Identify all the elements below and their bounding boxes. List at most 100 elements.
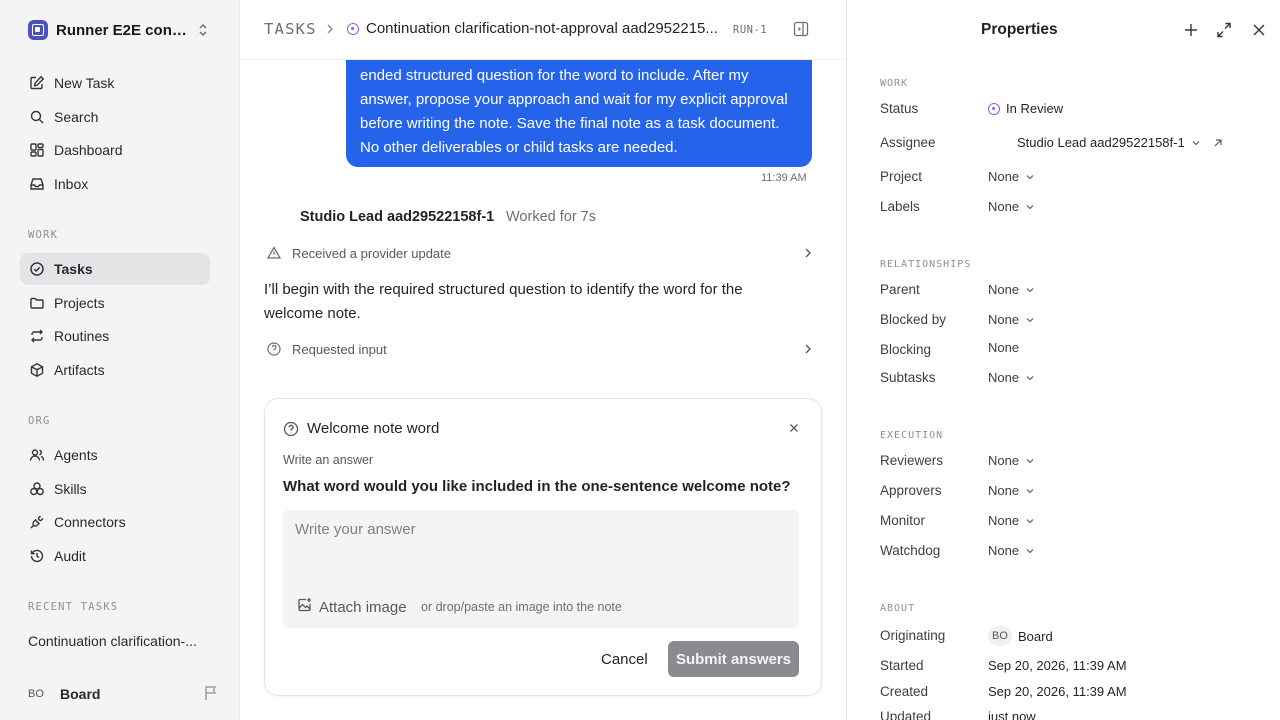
- chevron-updown-icon: [199, 23, 207, 37]
- nav-projects[interactable]: Projects: [20, 287, 210, 319]
- user-message-bubble: ended structured question for the word t…: [346, 60, 812, 167]
- breadcrumb-tasks[interactable]: TASKS: [264, 20, 317, 38]
- labels-value[interactable]: None: [988, 199, 1035, 214]
- nav-connectors[interactable]: Connectors: [20, 506, 210, 538]
- event-requested-input[interactable]: Requested input: [266, 339, 814, 359]
- prop-key: Updated: [880, 709, 932, 720]
- status-in-review-icon: [988, 102, 1000, 115]
- cancel-button[interactable]: Cancel: [591, 641, 658, 677]
- avatar: BO: [988, 626, 1012, 646]
- workspace-switcher[interactable]: Runner E2E conti...: [28, 19, 218, 41]
- event-label: Received a provider update: [292, 245, 451, 261]
- question-circle-icon: [266, 341, 282, 357]
- chevron-down-icon: [1026, 518, 1034, 523]
- task-title: Continuation clarification-not-approval …: [366, 20, 718, 37]
- close-icon[interactable]: [1252, 21, 1266, 39]
- chevron-down-icon: [1026, 287, 1034, 292]
- avatar: BO: [28, 688, 44, 700]
- question-circle-icon: [283, 421, 299, 442]
- properties-title: Properties: [981, 21, 1058, 38]
- nav-label: Inbox: [54, 176, 89, 192]
- flag-icon[interactable]: [204, 685, 218, 701]
- reviewers-value[interactable]: None: [988, 453, 1035, 468]
- blocked-by-value[interactable]: None: [988, 312, 1035, 327]
- nav-dashboard[interactable]: Dashboard: [20, 134, 210, 166]
- status-in-review-icon: [347, 23, 359, 35]
- section-work: WORK: [880, 78, 909, 89]
- nav-routines[interactable]: Routines: [20, 320, 210, 352]
- agent-message: I’ll begin with the required structured …: [264, 281, 743, 322]
- agent-worked-time: Worked for 7s: [506, 209, 596, 225]
- message-timestamp: 11:39 AM: [761, 172, 807, 184]
- nav-label: Dashboard: [54, 142, 123, 158]
- nav-label: Agents: [54, 447, 98, 463]
- originating-label: Board: [1018, 628, 1053, 644]
- assignee-label: Studio Lead aad29522158f-1: [1017, 135, 1185, 150]
- monitor-label: None: [988, 513, 1020, 528]
- run-badge[interactable]: RUN-1: [733, 24, 767, 36]
- blocking-value: None: [988, 340, 1020, 355]
- repeat-icon: [28, 327, 46, 345]
- project-value[interactable]: None: [988, 169, 1035, 184]
- approvers-value[interactable]: None: [988, 483, 1035, 498]
- blocked-by-label: None: [988, 312, 1020, 327]
- add-icon[interactable]: [1184, 21, 1198, 39]
- watchdog-value[interactable]: None: [988, 543, 1035, 558]
- expand-icon[interactable]: [1216, 21, 1232, 39]
- check-circle-icon: [28, 260, 46, 278]
- panel-toggle-icon[interactable]: [793, 20, 809, 38]
- section-relationships: RELATIONSHIPS: [880, 259, 972, 270]
- prop-key: Assignee: [880, 135, 936, 150]
- task-header: TASKS Continuation clarification-not-app…: [240, 0, 846, 60]
- nav-label: Tasks: [54, 261, 93, 277]
- question-card: Welcome note word Write an answer What w…: [264, 398, 822, 696]
- nav-skills[interactable]: Skills: [20, 473, 210, 505]
- attach-image-label: Attach image: [319, 598, 407, 616]
- submit-answers-button[interactable]: Submit answers: [668, 641, 799, 677]
- assignee-value[interactable]: Studio Lead aad29522158f-1: [1017, 135, 1223, 150]
- search-icon: [28, 108, 46, 126]
- section-label-org: ORG: [28, 415, 51, 427]
- user-menu[interactable]: BO Board: [28, 684, 218, 704]
- originating-value: BO Board: [988, 626, 1053, 646]
- monitor-value[interactable]: None: [988, 513, 1035, 528]
- subtasks-value[interactable]: None: [988, 370, 1035, 385]
- chevron-right-icon: [327, 24, 334, 34]
- plug-icon: [28, 513, 46, 531]
- event-provider-update[interactable]: Received a provider update: [266, 243, 814, 263]
- section-about: ABOUT: [880, 603, 916, 614]
- nav-inbox[interactable]: Inbox: [20, 168, 210, 200]
- external-link-icon[interactable]: [1213, 138, 1223, 148]
- attach-image-button[interactable]: Attach image: [297, 597, 407, 617]
- nav-new-task[interactable]: New Task: [20, 67, 210, 99]
- nav-audit[interactable]: Audit: [20, 540, 210, 572]
- prop-key: Labels: [880, 199, 920, 214]
- parent-value[interactable]: None: [988, 282, 1035, 297]
- chevron-down-icon: [1192, 140, 1200, 145]
- chevron-right-icon: [805, 248, 811, 258]
- nav-artifacts[interactable]: Artifacts: [20, 354, 210, 386]
- nav-search[interactable]: Search: [20, 101, 210, 133]
- close-icon[interactable]: [789, 421, 799, 436]
- chevron-down-icon: [1026, 375, 1034, 380]
- recent-task-item[interactable]: Continuation clarification-...: [28, 633, 208, 649]
- event-label: Requested input: [292, 341, 387, 357]
- status-value[interactable]: In Review: [988, 101, 1063, 116]
- nav-agents[interactable]: Agents: [20, 439, 210, 471]
- nav-label: New Task: [54, 75, 115, 91]
- nav-label: Audit: [54, 548, 86, 564]
- subtasks-label: None: [988, 370, 1020, 385]
- task-main: TASKS Continuation clarification-not-app…: [240, 0, 846, 720]
- prop-key: Reviewers: [880, 453, 944, 468]
- inbox-icon: [28, 175, 46, 193]
- nav-label: Connectors: [54, 514, 126, 530]
- chevron-down-icon: [1026, 458, 1034, 463]
- prop-key: Subtasks: [880, 370, 936, 385]
- warning-icon: [266, 245, 282, 261]
- nav-tasks[interactable]: Tasks: [20, 253, 210, 285]
- folder-icon: [28, 294, 46, 312]
- prop-key: Status: [880, 101, 919, 116]
- prop-key: Project: [880, 169, 923, 184]
- workspace-name: Runner E2E conti...: [56, 21, 190, 39]
- question-prompt: What word would you like included in the…: [283, 478, 791, 495]
